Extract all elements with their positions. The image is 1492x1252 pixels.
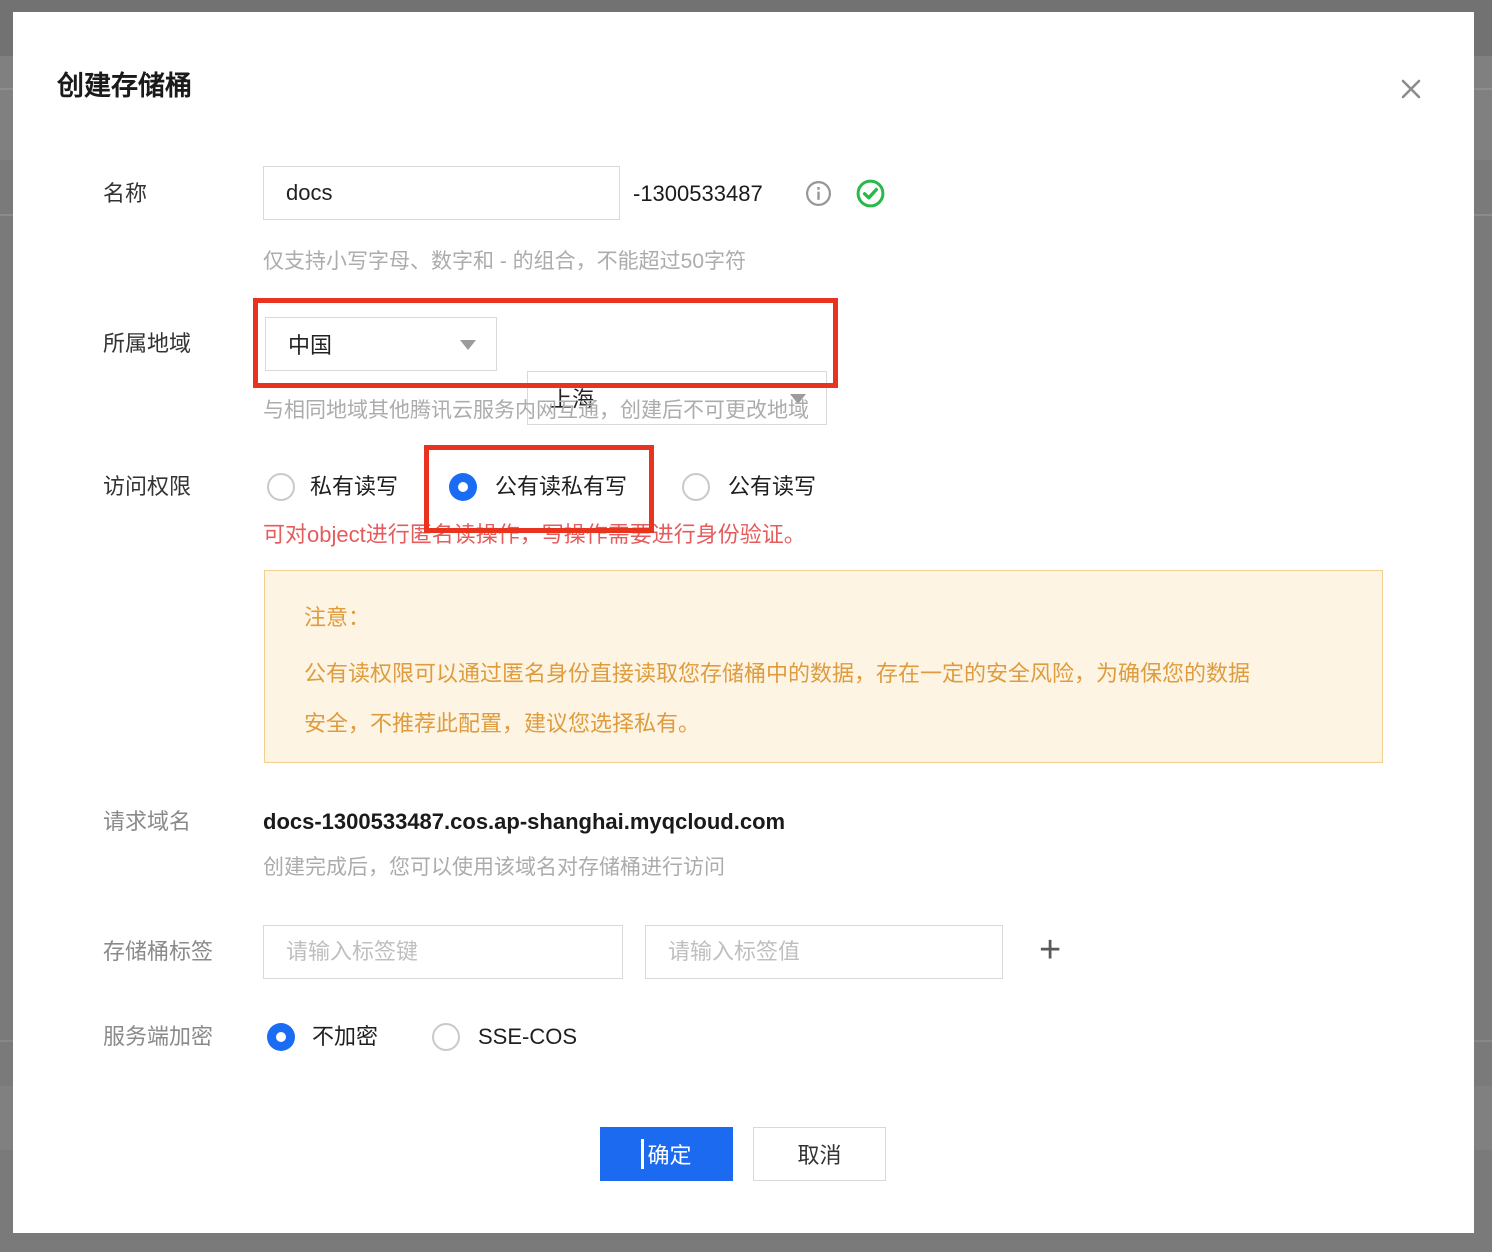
notice-title: 注意： [304,603,1343,633]
access-option-public-read-write[interactable]: 公有读写 [682,473,816,501]
domain-value: docs-1300533487.cos.ap-shanghai.myqcloud… [263,808,785,836]
close-icon [1396,74,1426,104]
tag-value-input[interactable] [645,925,1003,979]
info-icon[interactable] [805,180,832,207]
name-label: 名称 [103,180,147,208]
access-option-private[interactable]: 私有读写 [267,473,398,501]
access-option-label: 公有读写 [728,473,816,501]
radio-unchecked-icon[interactable] [682,473,710,501]
text-cursor-icon [641,1139,644,1169]
tags-label: 存储桶标签 [103,938,213,966]
close-button[interactable] [1394,72,1428,106]
region-country-select[interactable]: 中国 [265,317,497,371]
encryption-label: 服务端加密 [103,1023,213,1051]
dialog-title: 创建存储桶 [57,70,192,102]
notice-body: 公有读权限可以通过匿名身份直接读取您存储桶中的数据，存在一定的安全风险，为确保您… [304,649,1256,749]
encryption-option-label: 不加密 [312,1023,378,1051]
region-country-value: 中国 [288,328,332,360]
access-option-label: 私有读写 [310,473,398,501]
domain-hint: 创建完成后，您可以使用该域名对存储桶进行访问 [263,855,725,881]
radio-checked-icon[interactable] [449,473,477,501]
cancel-button-label: 取消 [797,1138,841,1170]
security-notice-box: 注意： 公有读权限可以通过匿名身份直接读取您存储桶中的数据，存在一定的安全风险，… [264,570,1383,763]
encryption-option-none[interactable]: 不加密 [267,1023,378,1051]
radio-unchecked-icon[interactable] [432,1023,460,1051]
access-label: 访问权限 [103,473,191,501]
radio-unchecked-icon[interactable] [267,473,295,501]
bucket-name-suffix: -1300533487 [633,180,763,208]
add-tag-button[interactable]: + [1039,932,1061,968]
name-hint: 仅支持小写字母、数字和 - 的组合，不能超过50字符 [263,249,746,275]
region-label: 所属地域 [103,330,191,358]
encryption-option-label: SSE-COS [478,1023,577,1051]
access-option-public-read-private-write[interactable]: 公有读私有写 [449,473,627,501]
region-hint: 与相同地域其他腾讯云服务内网互通，创建后不可更改地域 [263,398,809,424]
access-option-label: 公有读私有写 [495,473,627,501]
validation-success-icon [856,179,885,208]
confirm-button[interactable]: 确定 [600,1127,733,1181]
encryption-option-sse-cos[interactable]: SSE-COS [432,1023,577,1051]
chevron-down-icon [460,340,476,350]
radio-checked-icon[interactable] [267,1023,295,1051]
access-warning: 可对object进行匿名读操作，写操作需要进行身份验证。 [263,521,806,549]
bucket-name-input[interactable] [263,166,620,220]
create-bucket-dialog: 创建存储桶 名称 -1300533487 仅支持小写字母、数字和 - 的组合，不… [13,12,1474,1233]
plus-icon: + [1039,929,1061,971]
confirm-button-label: 确定 [647,1138,691,1170]
domain-label: 请求域名 [103,808,191,836]
cancel-button[interactable]: 取消 [753,1127,886,1181]
tag-key-input[interactable] [263,925,623,979]
